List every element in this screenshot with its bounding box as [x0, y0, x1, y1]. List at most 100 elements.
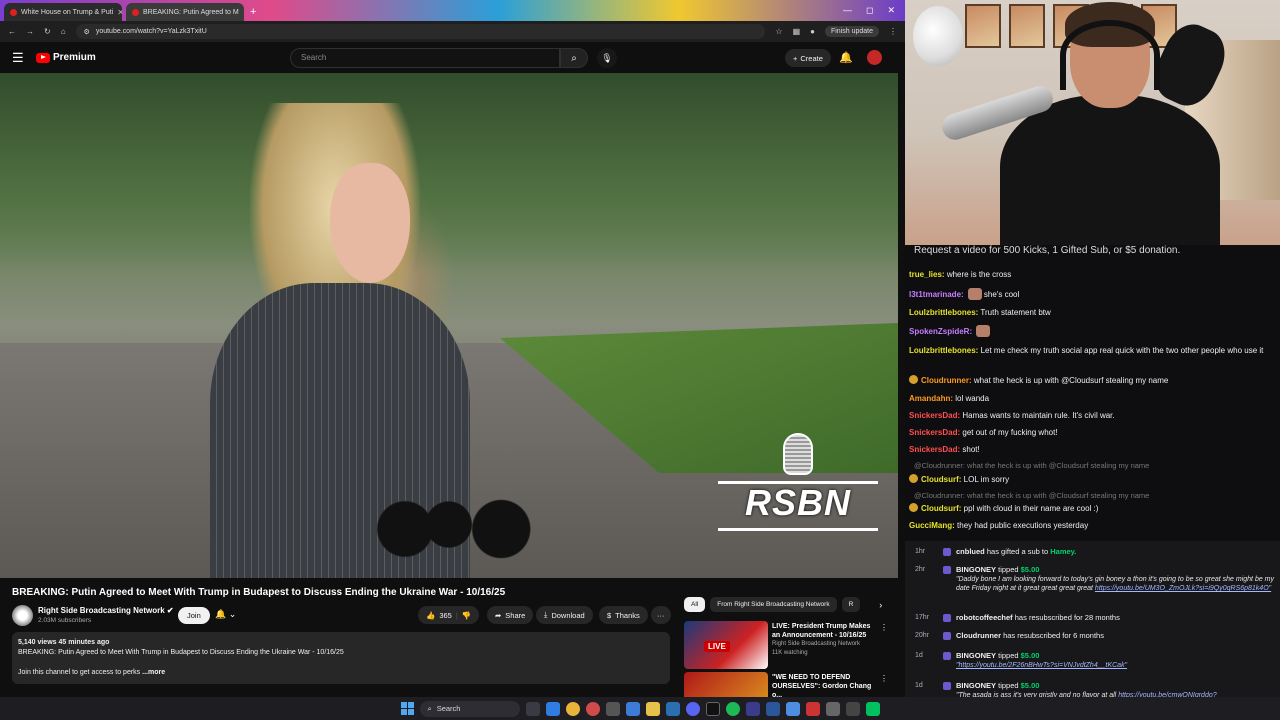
site-info-icon[interactable]: ⚙: [84, 28, 90, 36]
channel-avatar[interactable]: [12, 605, 33, 626]
edge-icon[interactable]: [545, 701, 560, 716]
chip-related[interactable]: R: [841, 597, 861, 612]
chat-username[interactable]: true_lies:: [909, 270, 945, 279]
maximize-button[interactable]: ◻: [866, 5, 873, 16]
new-tab-button[interactable]: +: [250, 6, 256, 18]
event-user[interactable]: robotcoffeechef: [956, 613, 1013, 622]
more-vert-icon[interactable]: ⋮: [880, 623, 888, 632]
browser-tab-2[interactable]: BREAKING: Putin Agreed to M ✕: [126, 3, 244, 21]
back-icon[interactable]: ←: [8, 27, 16, 36]
taskbar-search[interactable]: ⌕ Search: [419, 700, 520, 717]
voice-search-button[interactable]: 🎙: [597, 48, 617, 68]
dislike-icon[interactable]: 👎: [462, 611, 471, 620]
chat-username[interactable]: SnickersDad:: [909, 411, 960, 420]
download-button[interactable]: ⤓ Download: [536, 606, 593, 624]
app-icon[interactable]: [705, 701, 720, 716]
app-icon[interactable]: [825, 701, 840, 716]
app-icon[interactable]: [625, 701, 640, 716]
logo-text: Premium: [53, 52, 96, 63]
chat-username[interactable]: Amandahn:: [909, 394, 953, 403]
share-button[interactable]: ➦ Share: [487, 606, 534, 624]
like-dislike-group[interactable]: 👍 365 | 👎: [418, 606, 480, 624]
chat-username[interactable]: GucciMang:: [909, 521, 955, 530]
app-icon[interactable]: [585, 701, 600, 716]
chat-username[interactable]: Cloudsurf:: [921, 504, 961, 513]
related-video-item[interactable]: LIVE LIVE: President Trump Makes an Anno…: [684, 621, 894, 671]
file-explorer-icon[interactable]: [645, 701, 660, 716]
subscription-bell-icon[interactable]: 🔔 ⌄: [215, 609, 236, 620]
more-vert-icon[interactable]: ⋮: [880, 674, 888, 683]
search-input[interactable]: Search: [290, 48, 560, 68]
event-user[interactable]: BINGONEY: [956, 681, 996, 690]
chip-all[interactable]: All: [684, 597, 706, 612]
chip-from-channel[interactable]: From Right Side Broadcasting Network: [710, 597, 837, 612]
chat-username[interactable]: SnickersDad:: [909, 445, 960, 454]
related-video-item[interactable]: "WE NEED TO DEFEND OURSELVES": Gordon Ch…: [684, 672, 894, 697]
close-tab-icon[interactable]: ✕: [243, 8, 244, 17]
close-tab-icon[interactable]: ✕: [117, 8, 122, 17]
forward-icon[interactable]: →: [26, 27, 34, 36]
channel-name[interactable]: Right Side Broadcasting Network ✔: [38, 606, 174, 615]
event-message: "Daddy bone I am looking forward to toda…: [956, 575, 1274, 593]
chevron-right-icon[interactable]: ›: [879, 600, 882, 610]
event-user[interactable]: Cloudrunner: [956, 631, 1001, 640]
app-icon[interactable]: [605, 701, 620, 716]
app-icon[interactable]: [765, 701, 780, 716]
profile-icon[interactable]: ●: [810, 27, 815, 36]
search-icon: ⌕: [571, 52, 577, 64]
task-view-icon[interactable]: [525, 701, 540, 716]
chat-username[interactable]: SnickersDad:: [909, 428, 960, 437]
app-icon[interactable]: [845, 701, 860, 716]
related-thumbnail[interactable]: [684, 672, 768, 697]
chat-message: l3t1tmarinade: she's cool: [909, 288, 1274, 300]
app-icon[interactable]: [785, 701, 800, 716]
discord-icon[interactable]: [685, 701, 700, 716]
browser-menu-icon[interactable]: ⋮: [889, 27, 897, 36]
account-avatar[interactable]: [867, 50, 882, 65]
minimize-button[interactable]: —: [843, 5, 852, 16]
thanks-button[interactable]: $ Thanks: [599, 606, 648, 624]
chat-username[interactable]: Cloudsurf:: [921, 475, 961, 484]
app-icon[interactable]: [865, 701, 880, 716]
finish-update-button[interactable]: Finish update: [824, 26, 879, 37]
reload-icon[interactable]: ↻: [44, 27, 51, 36]
create-button[interactable]: + Create: [785, 49, 831, 67]
app-icon[interactable]: [745, 701, 760, 716]
url-field[interactable]: ⚙ youtube.com/watch?v=YaLzk3TxitU: [75, 24, 766, 39]
like-icon[interactable]: 👍: [426, 611, 435, 620]
menu-icon[interactable]: ☰: [12, 50, 36, 66]
bookmark-star-icon[interactable]: ☆: [775, 27, 782, 36]
video-player[interactable]: RSBN: [0, 73, 898, 578]
event-link[interactable]: "https://youtu.be/2F26nBHwTs?si=VNJvdtZh…: [956, 662, 1127, 669]
search-button[interactable]: ⌕: [560, 48, 588, 68]
browser-tab-1[interactable]: White House on Trump & Puti ✕: [4, 3, 122, 21]
chrome-icon[interactable]: [565, 701, 580, 716]
chat-username[interactable]: Loulzbrittlebones:: [909, 308, 978, 317]
event-user[interactable]: cnblued: [956, 547, 985, 556]
spotify-icon[interactable]: [725, 701, 740, 716]
app-icon[interactable]: [805, 701, 820, 716]
related-thumbnail[interactable]: LIVE: [684, 621, 768, 669]
windows-start-icon[interactable]: [400, 702, 414, 715]
related-title[interactable]: "WE NEED TO DEFEND OURSELVES": Gordon Ch…: [772, 673, 877, 697]
close-window-button[interactable]: ✕: [887, 5, 895, 16]
notifications-bell-icon[interactable]: 🔔: [839, 51, 853, 64]
event-link[interactable]: https://youtu.be/UM3O_ZmOJLk?si=i9Qy0qRS…: [1095, 585, 1271, 592]
steam-icon[interactable]: [665, 701, 680, 716]
description-more-link[interactable]: ...more: [142, 669, 165, 676]
extensions-icon[interactable]: ▦: [793, 27, 801, 36]
event-message: "https://youtu.be/2F26nBHwTs?si=VNJvdtZh…: [956, 661, 1274, 670]
chat-username[interactable]: l3t1tmarinade:: [909, 290, 964, 299]
description-box[interactable]: 5,140 views 45 minutes ago BREAKING: Put…: [12, 632, 670, 684]
event-user[interactable]: BINGONEY: [956, 565, 996, 574]
youtube-logo[interactable]: Premium: [36, 52, 96, 63]
chat-username[interactable]: Loulzbrittlebones:: [909, 346, 978, 355]
subscriber-badge-icon: [909, 503, 918, 512]
home-icon[interactable]: ⌂: [61, 27, 66, 36]
related-title[interactable]: LIVE: President Trump Makes an Announcem…: [772, 622, 877, 640]
chat-username[interactable]: SpokenZspideR:: [909, 327, 972, 336]
chat-username[interactable]: Cloudrunner:: [921, 376, 972, 385]
event-user[interactable]: BINGONEY: [956, 651, 996, 660]
more-actions-button[interactable]: ···: [651, 606, 671, 624]
join-button[interactable]: Join: [178, 607, 210, 624]
